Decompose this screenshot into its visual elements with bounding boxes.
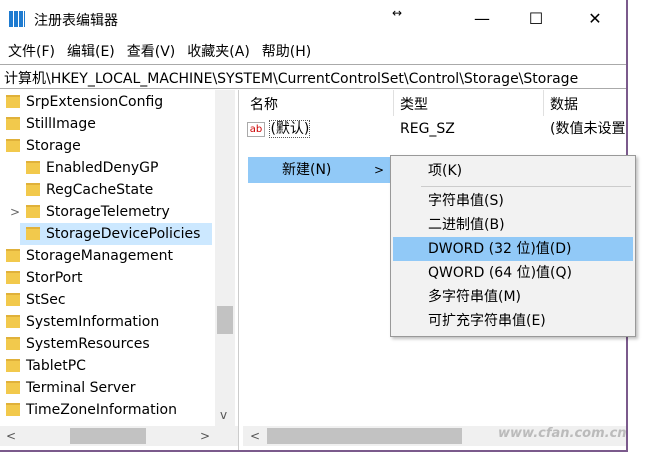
submenu-arrow-icon: > <box>374 163 385 177</box>
column-header-type[interactable]: 类型 <box>400 94 428 114</box>
tree-node[interactable]: Storage <box>6 135 81 157</box>
menu-edit[interactable]: 编辑(E) <box>67 41 115 61</box>
tree-node[interactable]: EnabledDenyGP <box>26 157 158 179</box>
address-bar[interactable]: 计算机\HKEY_LOCAL_MACHINE\SYSTEM\CurrentCon… <box>0 64 626 89</box>
folder-icon <box>6 315 20 328</box>
window-title: 注册表编辑器 <box>34 13 118 29</box>
tree-node[interactable]: TabletPC <box>6 355 86 377</box>
tree-node[interactable]: StSec <box>6 289 66 311</box>
regedit-app-icon <box>9 11 25 27</box>
tree-node[interactable]: StorageManagement <box>6 245 173 267</box>
tree-node[interactable]: StorPort <box>6 267 82 289</box>
folder-icon <box>6 293 20 306</box>
tree-node[interactable]: RegCacheState <box>26 179 153 201</box>
resize-cursor-icon: ↔ <box>392 6 403 20</box>
new-submenu: 项(K) 字符串值(S) 二进制值(B) DWORD (32 位)值(D) QW… <box>390 155 636 337</box>
column-divider[interactable] <box>543 90 544 116</box>
menu-file[interactable]: 文件(F) <box>8 41 55 61</box>
menu-item-key[interactable]: 项(K) <box>393 159 633 183</box>
column-divider[interactable] <box>393 90 394 116</box>
value-row[interactable]: ab (默认) REG_SZ (数值未设置 <box>247 118 626 140</box>
context-menu-new[interactable]: 新建(N) > <box>248 157 391 183</box>
folder-icon <box>6 117 20 130</box>
tree-node[interactable]: > StorageTelemetry <box>10 201 170 223</box>
tree-vertical-scrollbar[interactable]: v <box>215 90 235 426</box>
tree-node[interactable]: SystemInformation <box>6 311 159 333</box>
tree-node[interactable]: Terminal Server <box>6 377 136 399</box>
menu-favorites[interactable]: 收藏夹(A) <box>187 41 250 61</box>
menu-item-expandable-string-value[interactable]: 可扩充字符串值(E) <box>393 309 633 333</box>
scroll-thumb[interactable] <box>70 428 146 444</box>
menu-help[interactable]: 帮助(H) <box>262 41 311 61</box>
tree-node[interactable]: StillImage <box>6 113 96 135</box>
column-header-name[interactable]: 名称 <box>250 94 278 114</box>
scroll-left-arrow-icon[interactable]: < <box>250 429 260 443</box>
maximize-button[interactable]: ☐ <box>516 6 556 32</box>
folder-icon <box>6 271 20 284</box>
scroll-thumb[interactable] <box>267 428 462 444</box>
scroll-right-arrow-icon[interactable]: > <box>200 429 210 443</box>
folder-icon <box>26 205 40 218</box>
close-button[interactable]: ✕ <box>575 6 615 32</box>
minimize-button[interactable]: — <box>462 6 502 32</box>
tree-node[interactable]: SrpExtensionConfig <box>6 91 163 113</box>
tree-node-selected[interactable]: StorageDevicePolicies <box>20 223 212 245</box>
scroll-left-arrow-icon[interactable]: < <box>6 429 16 443</box>
watermark: www.cfan.com.cn <box>498 426 627 441</box>
tree-node[interactable]: TimeZoneInformation <box>6 399 177 421</box>
folder-icon <box>6 95 20 108</box>
tree-node[interactable]: SystemResources <box>6 333 150 355</box>
folder-icon <box>6 359 20 372</box>
menu-view[interactable]: 查看(V) <box>127 41 176 61</box>
column-header-data[interactable]: 数据 <box>550 94 578 114</box>
menu-item-multi-string-value[interactable]: 多字符串值(M) <box>393 285 633 309</box>
string-value-icon: ab <box>247 122 265 137</box>
menu-item-string-value[interactable]: 字符串值(S) <box>393 189 633 213</box>
menu-item-binary-value[interactable]: 二进制值(B) <box>393 213 633 237</box>
folder-icon <box>6 403 20 416</box>
folder-icon <box>26 161 40 174</box>
tree-horizontal-scrollbar[interactable]: < > <box>0 426 238 446</box>
folder-open-icon <box>6 139 20 152</box>
folder-icon <box>26 183 40 196</box>
scroll-down-arrow-icon[interactable]: v <box>220 408 227 422</box>
folder-icon <box>6 337 20 350</box>
menu-bar: 文件(F) 编辑(E) 查看(V) 收藏夹(A) 帮助(H) <box>8 41 311 61</box>
menu-item-qword-value[interactable]: QWORD (64 位)值(Q) <box>393 261 633 285</box>
key-tree: SrpExtensionConfig StillImage Storage En… <box>0 90 239 450</box>
menu-item-dword-value[interactable]: DWORD (32 位)值(D) <box>393 237 633 261</box>
folder-icon <box>26 227 40 240</box>
expand-chevron-icon[interactable]: > <box>10 201 20 223</box>
folder-icon <box>6 381 20 394</box>
folder-icon <box>6 249 20 262</box>
menu-separator <box>421 186 631 187</box>
scroll-thumb[interactable] <box>217 306 233 334</box>
